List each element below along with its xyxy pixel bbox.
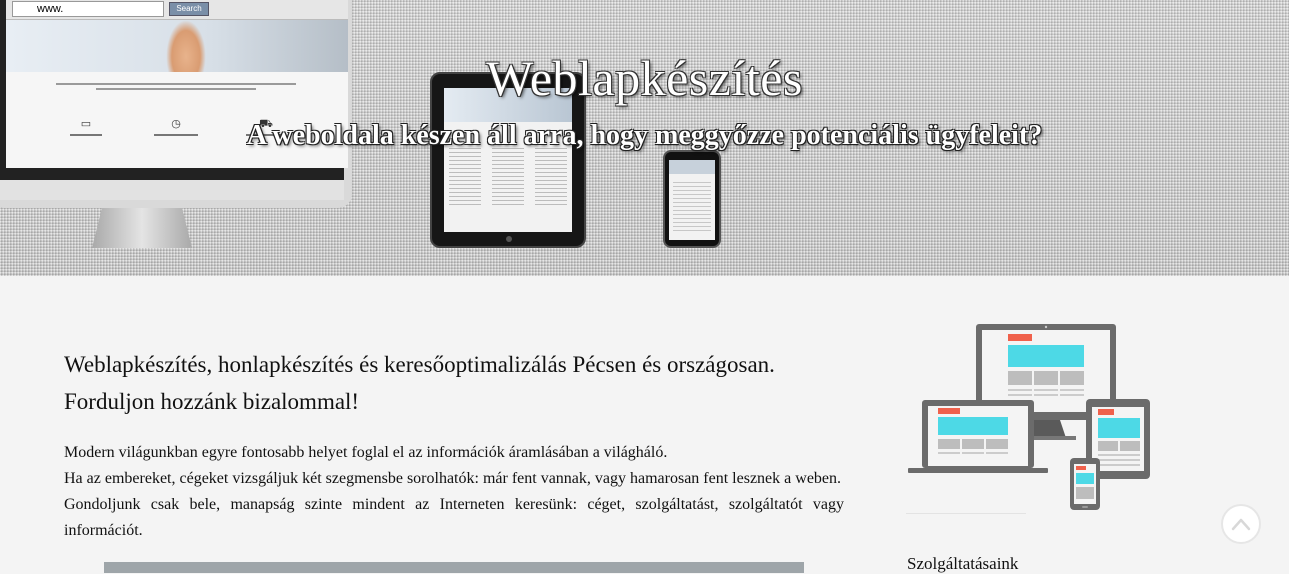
tablet-columns xyxy=(444,148,572,208)
tablet-home-button xyxy=(506,236,512,242)
mockup-address-bar: www. Search xyxy=(6,0,348,20)
back-to-top-button[interactable] xyxy=(1221,504,1261,544)
hero-banner: www. Search ▭ ◷ ⛟ Weblapkészítés A webol… xyxy=(0,0,1289,276)
intro-paragraph: Modern világunkban egyre fontosabb helye… xyxy=(64,440,844,544)
monitor-stand xyxy=(92,208,192,248)
phone-screen xyxy=(669,160,715,240)
monitor-chin xyxy=(0,180,344,200)
paragraph-line-1: Modern világunkban egyre fontosabb helye… xyxy=(64,444,668,461)
sidebar-services-heading: Szolgáltatásaink xyxy=(907,554,1019,573)
paragraph-line-3: Gondoljunk csak bele, manapság szinte mi… xyxy=(64,496,844,539)
main-content: Weblapkészítés, honlapkészítés és kereső… xyxy=(64,346,844,544)
mockup-url-field: www. xyxy=(12,1,164,17)
sidebar-divider xyxy=(906,513,1026,514)
hero-subtitle: A weboldala készen áll arra, hogy meggyő… xyxy=(246,120,1043,151)
tablet-screen xyxy=(444,88,572,232)
chevron-up-icon xyxy=(1231,518,1251,531)
phone-banner xyxy=(669,160,715,174)
hero-title: Weblapkészítés xyxy=(486,50,803,106)
paragraph-line-2: Ha az embereket, cégeket vizsgáljuk két … xyxy=(64,470,842,487)
phone-mockup xyxy=(663,150,721,248)
responsive-devices-icon xyxy=(908,324,1150,510)
intro-heading: Weblapkészítés, honlapkészítés és kereső… xyxy=(64,352,775,414)
content-image xyxy=(104,562,804,573)
phone-text-lines xyxy=(673,182,711,232)
mockup-search-button: Search xyxy=(169,2,209,16)
